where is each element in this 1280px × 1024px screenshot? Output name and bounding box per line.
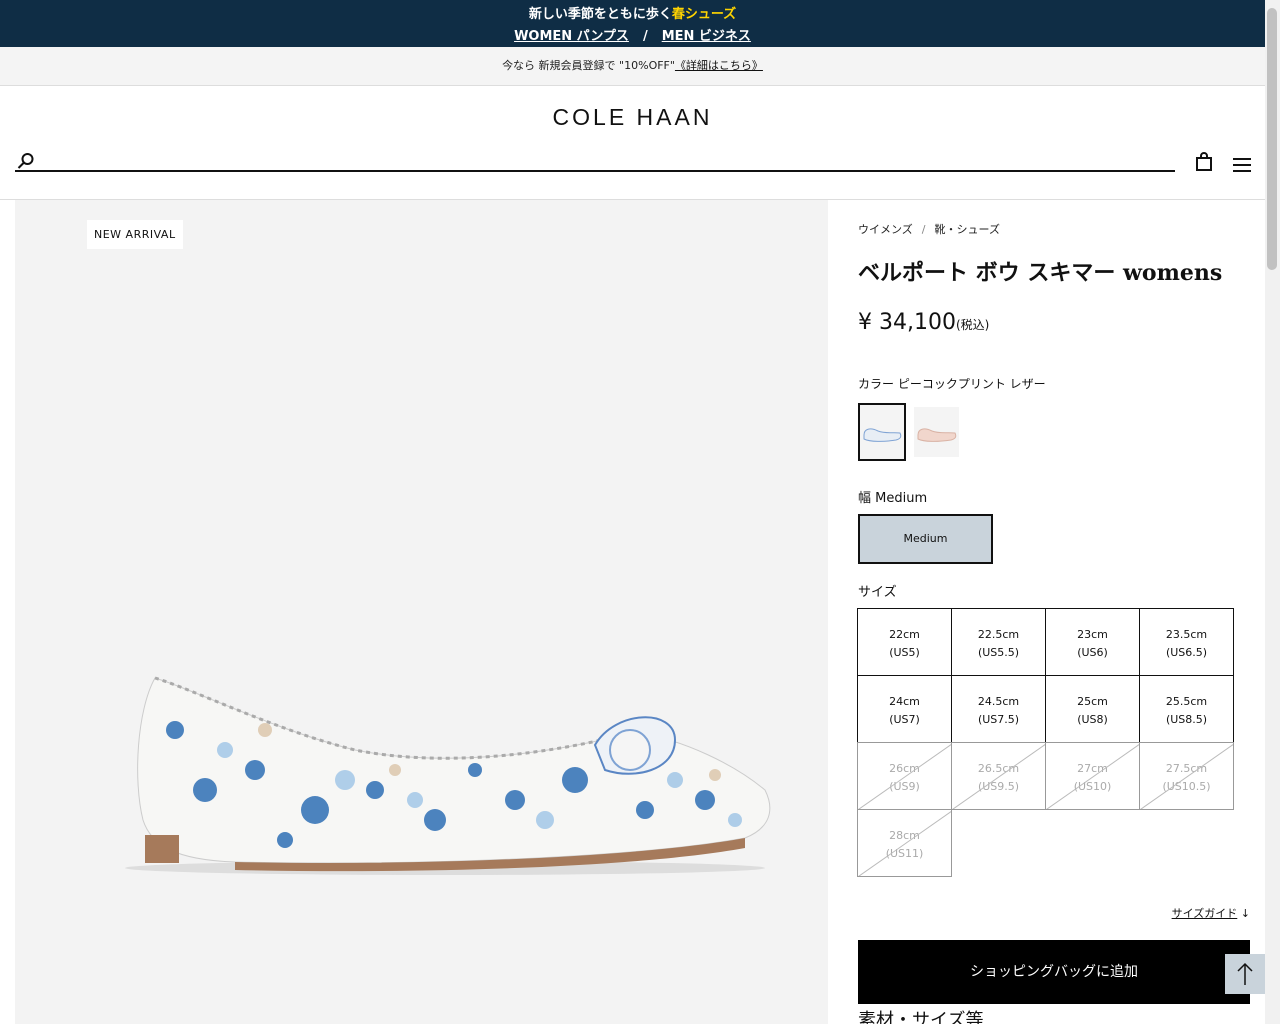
swatch-shoe-thumbnail <box>863 428 902 442</box>
search-input[interactable] <box>47 150 1167 170</box>
size-option[interactable]: 23cm (US6) <box>1045 608 1140 676</box>
product-price: ¥ 34,100(税込) <box>858 310 989 335</box>
size-cm: 22cm <box>889 628 920 641</box>
size-label: サイズ <box>858 585 897 600</box>
size-cm: 26cm <box>889 762 920 775</box>
size-cm: 27cm <box>1077 762 1108 775</box>
size-cm: 27.5cm <box>1165 762 1208 775</box>
arrow-up-icon <box>1237 962 1253 985</box>
size-guide-link[interactable]: サイズガイド ↓ <box>1172 905 1250 921</box>
size-cm: 24.5cm <box>977 695 1020 708</box>
size-option[interactable]: 22cm (US5) <box>857 608 952 676</box>
size-cm: 25.5cm <box>1165 695 1208 708</box>
page-scrollbar[interactable] <box>1265 0 1280 1024</box>
color-swatch-blush[interactable] <box>914 407 959 457</box>
member-signup-bar: 今なら 新規会員登録で "10%OFF"《詳細はこちら》 <box>0 47 1265 86</box>
member-signup-link[interactable]: 《詳細はこちら》 <box>675 59 763 72</box>
search-icon[interactable] <box>17 152 35 170</box>
size-us: (US10) <box>1073 780 1112 793</box>
brand-logo[interactable]: COLE HAAN <box>0 104 1265 131</box>
size-guide-text: サイズガイド <box>1171 907 1238 920</box>
size-us: (US11) <box>885 847 924 860</box>
color-label: カラー ピーコックプリント レザー <box>858 377 1046 391</box>
size-us: (US8.5) <box>1165 713 1208 726</box>
size-option[interactable]: 24cm (US7) <box>857 675 952 743</box>
swatch-shoe-thumbnail <box>917 428 957 442</box>
size-us: (US6.5) <box>1165 646 1208 659</box>
size-cm: 25cm <box>1077 695 1108 708</box>
breadcrumb: ウイメンズ / 靴・シューズ <box>858 221 1000 237</box>
price-value: ¥ 34,100 <box>858 310 956 335</box>
add-to-bag-button[interactable]: ショッピングバッグに追加 <box>858 940 1250 1004</box>
size-cm: 28cm <box>889 829 920 842</box>
promo-link-men[interactable]: MEN ビジネス <box>662 29 751 44</box>
size-us: (US6) <box>1077 646 1108 659</box>
size-option: 27cm (US10) <box>1045 742 1140 810</box>
size-us: (US5.5) <box>977 646 1020 659</box>
size-us: (US5) <box>889 646 920 659</box>
size-us: (US10.5) <box>1162 780 1211 793</box>
color-swatch-peacock-print[interactable] <box>858 403 906 461</box>
menu-icon[interactable] <box>1233 157 1251 173</box>
promo-link-women[interactable]: WOMEN パンプス <box>514 29 629 44</box>
width-label: 幅 Medium <box>858 491 928 506</box>
size-us: (US9) <box>889 780 920 793</box>
size-option[interactable]: 22.5cm (US5.5) <box>951 608 1046 676</box>
width-option-medium[interactable]: Medium <box>858 514 993 564</box>
material-size-heading[interactable]: 素材・サイズ等 <box>858 1006 983 1024</box>
size-us: (US7) <box>889 713 920 726</box>
size-cm: 22.5cm <box>977 628 1020 641</box>
product-title: ベルポート ボウ スキマー womens <box>858 260 1223 286</box>
size-cm: 23.5cm <box>1165 628 1208 641</box>
size-option: 27.5cm (US10.5) <box>1139 742 1234 810</box>
arrow-down-icon: ↓ <box>1240 907 1250 920</box>
scrollbar-thumb[interactable] <box>1267 8 1277 270</box>
breadcrumb-separator: / <box>921 223 926 236</box>
size-cm: 24cm <box>889 695 920 708</box>
breadcrumb-women[interactable]: ウイメンズ <box>858 223 913 236</box>
size-us: (US8) <box>1077 713 1108 726</box>
promo-headline-highlight: 春シューズ <box>671 7 737 22</box>
size-option[interactable]: 23.5cm (US6.5) <box>1139 608 1234 676</box>
search-bar <box>15 150 1175 172</box>
promo-links: WOMEN パンプス / MEN ビジネス <box>0 25 1265 44</box>
bag-icon[interactable] <box>1195 152 1213 172</box>
size-option[interactable]: 25.5cm (US8.5) <box>1139 675 1234 743</box>
size-option[interactable]: 25cm (US8) <box>1045 675 1140 743</box>
back-to-top-button[interactable] <box>1225 954 1265 994</box>
size-cm: 26.5cm <box>977 762 1020 775</box>
product-image-shoe[interactable] <box>115 670 775 880</box>
breadcrumb-shoes[interactable]: 靴・シューズ <box>935 223 1000 236</box>
size-us: (US7.5) <box>977 713 1020 726</box>
size-option[interactable]: 24.5cm (US7.5) <box>951 675 1046 743</box>
promo-headline-text: 新しい季節をともに歩く <box>528 7 672 22</box>
size-option: 26.5cm (US9.5) <box>951 742 1046 810</box>
promo-link-separator: / <box>642 29 648 44</box>
size-us: (US9.5) <box>977 780 1020 793</box>
product-image-gallery[interactable]: NEW ARRIVAL <box>15 200 828 1024</box>
new-arrival-badge: NEW ARRIVAL <box>87 220 183 249</box>
price-tax-note: (税込) <box>955 318 990 332</box>
promo-banner: 新しい季節をともに歩く春シューズ WOMEN パンプス / MEN ビジネス <box>0 0 1265 47</box>
size-option: 28cm (US11) <box>857 809 952 877</box>
promo-headline: 新しい季節をともに歩く春シューズ <box>0 3 1265 22</box>
member-signup-text: 今なら 新規会員登録で "10%OFF" <box>502 59 675 72</box>
size-cm: 23cm <box>1077 628 1108 641</box>
size-option: 26cm (US9) <box>857 742 952 810</box>
